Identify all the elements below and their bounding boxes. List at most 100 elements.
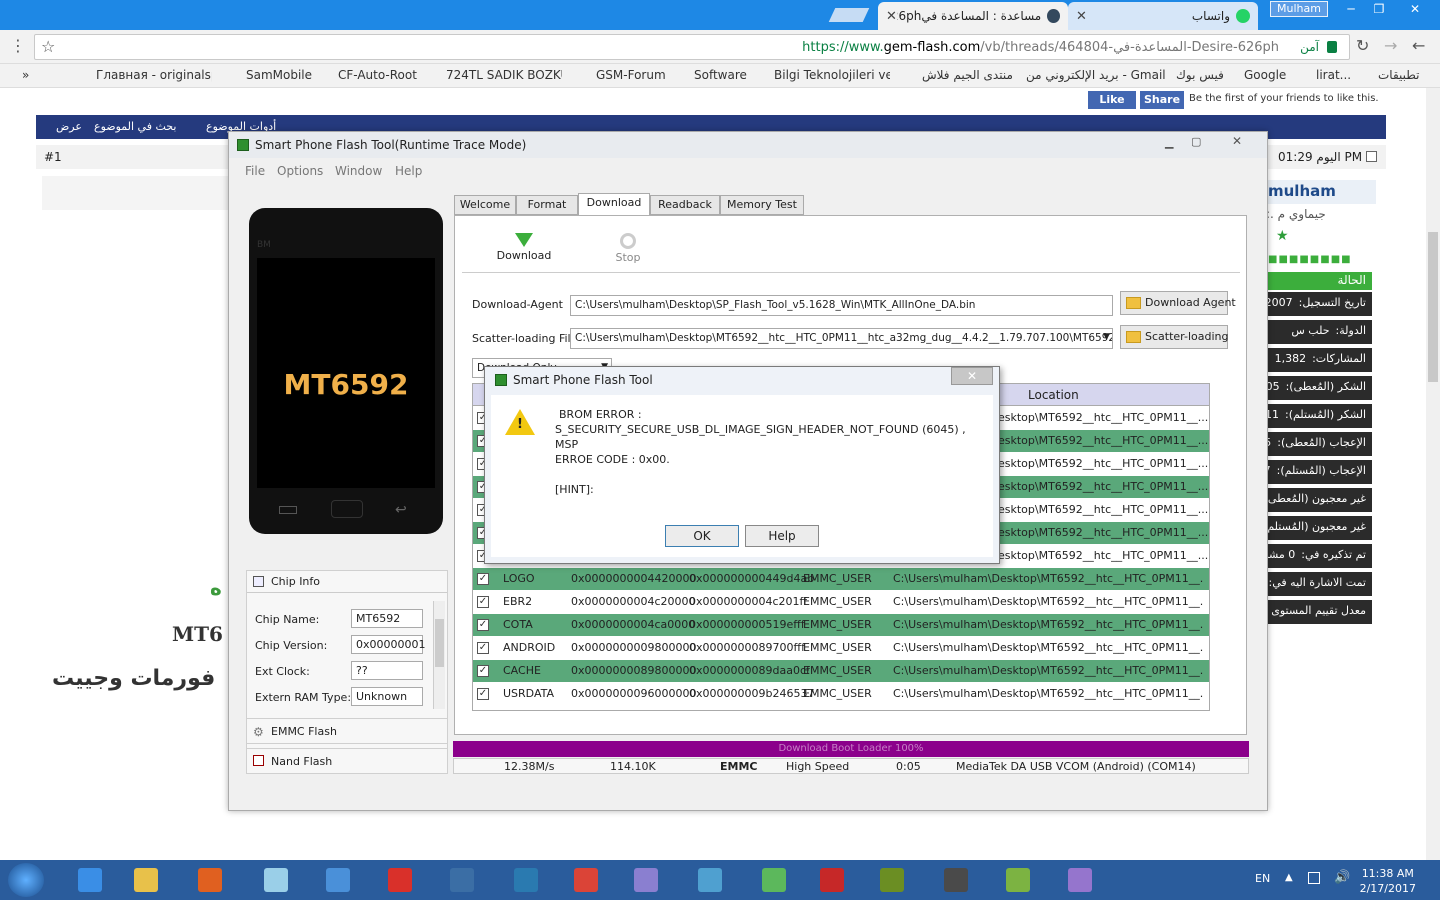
download-button[interactable]: Download — [494, 233, 554, 262]
taskbar-app-icon[interactable] — [752, 864, 796, 898]
table-row[interactable]: ✓ LOGO 0x0000000004420000 0x000000000449d4a… — [473, 568, 1209, 591]
taskbar-app-icon[interactable] — [124, 864, 168, 898]
table-row[interactable]: ✓ CACHE 0x0000000089800000 0x0000000089daa0… — [473, 660, 1209, 683]
taskbar-app-icon[interactable] — [810, 864, 854, 898]
reload-icon[interactable]: ↻ — [1356, 36, 1369, 55]
download-agent-button[interactable]: Download Agent — [1120, 291, 1236, 315]
menu-options[interactable]: Options — [277, 164, 323, 178]
tab-download[interactable]: Download — [578, 193, 650, 215]
taskbar-app-icon[interactable] — [996, 864, 1040, 898]
scatter-loading-button[interactable]: Scatter-loading — [1120, 325, 1228, 349]
tray-chevron-icon[interactable]: ▲ — [1285, 872, 1293, 883]
new-tab-button[interactable] — [828, 8, 870, 22]
location-header[interactable]: Location — [1028, 388, 1079, 402]
help-button[interactable]: Help — [745, 525, 819, 547]
taskbar-app-icon[interactable] — [316, 864, 360, 898]
address-bar[interactable]: ☆ https://www.gem-flash.com/vb/threads/4… — [34, 34, 1350, 60]
bookmark-originalspa[interactable]: Главная - originalspa — [96, 68, 212, 82]
taskbar-app-icon[interactable] — [1058, 864, 1102, 898]
nav-search-thread[interactable]: بحث في الموضوع — [94, 120, 176, 133]
tab-readback[interactable]: Readback — [650, 195, 720, 215]
taskbar-clock[interactable]: 11:38 AM 2/17/2017 — [1360, 866, 1416, 896]
menu-help[interactable]: Help — [395, 164, 422, 178]
row-checkbox[interactable]: ✓ — [477, 642, 489, 654]
taskbar-app-icon[interactable] — [688, 864, 732, 898]
network-icon[interactable] — [1308, 872, 1320, 884]
taskbar-app-icon[interactable] — [624, 864, 668, 898]
tab-whatsapp[interactable]: واتساب ✕ — [1068, 2, 1258, 30]
bookmark-cf-auto-root[interactable]: CF-Auto-Root — [338, 68, 417, 82]
scatter-path-field[interactable]: C:\Users\mulham\Desktop\MT6592__htc__HTC… — [570, 328, 1113, 349]
menu-window[interactable]: Window — [335, 164, 382, 178]
fb-like-button[interactable]: Like — [1088, 91, 1136, 109]
bookmark-gsm-forum[interactable]: GSM-Forum — [596, 68, 666, 82]
table-row[interactable]: ✓ USRDATA 0x0000000096000000 0x000000009b24… — [473, 683, 1209, 706]
close-window-icon[interactable]: ✕ — [1400, 0, 1430, 18]
chip-info-header[interactable]: Chip Info — [247, 571, 447, 593]
taskbar-app-icon[interactable] — [254, 864, 298, 898]
nav-display[interactable]: عرض — [56, 120, 82, 133]
language-indicator[interactable]: EN — [1255, 872, 1270, 885]
taskbar-app-icon[interactable] — [68, 864, 112, 898]
tab-memory-test[interactable]: Memory Test — [720, 195, 804, 215]
row-checkbox[interactable]: ✓ — [477, 665, 489, 677]
bookmark-sadik[interactable]: 724TL SADIK BOZKUR — [446, 68, 562, 82]
tab-welcome[interactable]: Welcome — [454, 195, 516, 215]
fb-share-button[interactable]: Share — [1140, 91, 1184, 109]
menu-file[interactable]: File — [245, 164, 265, 178]
row-checkbox[interactable]: ✓ — [477, 573, 489, 585]
taskbar-app-icon[interactable] — [504, 864, 548, 898]
bookmark-apps[interactable]: تطبيقات — [1378, 68, 1419, 82]
bookmark-gem-flash[interactable]: منتدى الجيم فلاش — [922, 68, 1013, 82]
bookmark-bilgi[interactable]: Bilgi Teknolojileri ve I — [774, 68, 890, 82]
bookmark-google[interactable]: Google — [1244, 68, 1286, 82]
restore-icon[interactable]: ❐ — [1364, 0, 1394, 18]
scrollbar-thumb[interactable] — [1428, 232, 1438, 382]
back-icon[interactable]: ← — [1412, 36, 1425, 55]
emmc-flash-section[interactable]: ⚙ EMMC Flash — [246, 718, 448, 744]
close-icon[interactable]: ✕ — [1076, 9, 1087, 24]
table-row[interactable]: ✓ EBR2 0x0000000004c20000 0x0000000004c201f… — [473, 591, 1209, 614]
taskbar-app-icon[interactable] — [378, 864, 422, 898]
menu-icon[interactable]: ⋮ — [10, 36, 26, 55]
username[interactable]: mulham — [1268, 182, 1336, 200]
minimize-icon[interactable]: ─ — [1336, 0, 1366, 18]
profile-button[interactable]: Mulham — [1270, 1, 1328, 17]
volume-icon[interactable]: 🔊 — [1334, 870, 1350, 885]
chip-scrollbar[interactable] — [433, 601, 445, 709]
da-path-field[interactable]: C:\Users\mulham\Desktop\SP_Flash_Tool_v5… — [570, 295, 1113, 316]
bookmark-facebook[interactable]: فيس بوك — [1176, 68, 1224, 82]
row-checkbox[interactable]: ✓ — [477, 688, 489, 700]
table-row[interactable]: ✓ ANDROID 0x0000000009800000 0x000000008970… — [473, 637, 1209, 660]
row-checkbox[interactable]: ✓ — [477, 619, 489, 631]
sp-maximize-icon[interactable]: ▢ — [1191, 135, 1213, 149]
sp-title-bar[interactable]: Smart Phone Flash Tool(Runtime Trace Mod… — [229, 132, 1267, 158]
bookmark-sammobile[interactable]: SamMobile — [246, 68, 312, 82]
dialog-close-icon[interactable]: ✕ — [951, 367, 993, 385]
post-number[interactable]: #1 — [44, 150, 62, 164]
page-scrollbar[interactable] — [1426, 88, 1440, 860]
tab-format[interactable]: Format — [516, 195, 578, 215]
bookmark-gmail[interactable]: بريد الإلكتروني من - Gmail — [1026, 68, 1166, 82]
taskbar-app-icon[interactable] — [934, 864, 978, 898]
sp-minimize-icon[interactable]: ▁ — [1165, 136, 1187, 150]
taskbar-app-icon[interactable] — [564, 864, 608, 898]
taskbar-app-icon[interactable] — [870, 864, 914, 898]
bookmark-software[interactable]: Software — [694, 68, 747, 82]
bookmarks-overflow[interactable]: » — [22, 68, 29, 82]
bookmark-lirat[interactable]: lirat... — [1316, 68, 1351, 82]
table-row[interactable]: ✓ COTA 0x0000000004ca0000 0x000000000519eff… — [473, 614, 1209, 637]
star-icon[interactable]: ☆ — [41, 37, 55, 56]
forward-icon[interactable]: → — [1384, 36, 1397, 55]
taskbar-app-icon[interactable] — [188, 864, 232, 898]
ok-button[interactable]: OK — [665, 525, 739, 547]
post-select-checkbox[interactable] — [1366, 151, 1377, 162]
chip-scrollbar-thumb[interactable] — [435, 619, 444, 667]
tab-active[interactable]: مساعدة : المساعدة في626ph ✕ — [878, 2, 1068, 30]
row-checkbox[interactable]: ✓ — [477, 596, 489, 608]
taskbar-app-icon[interactable] — [440, 864, 484, 898]
stop-button[interactable]: Stop — [598, 233, 658, 264]
sp-close-icon[interactable]: ✕ — [1217, 134, 1257, 150]
lock-icon[interactable] — [1327, 41, 1337, 53]
chevron-down-icon[interactable]: ▼ — [1103, 332, 1110, 342]
